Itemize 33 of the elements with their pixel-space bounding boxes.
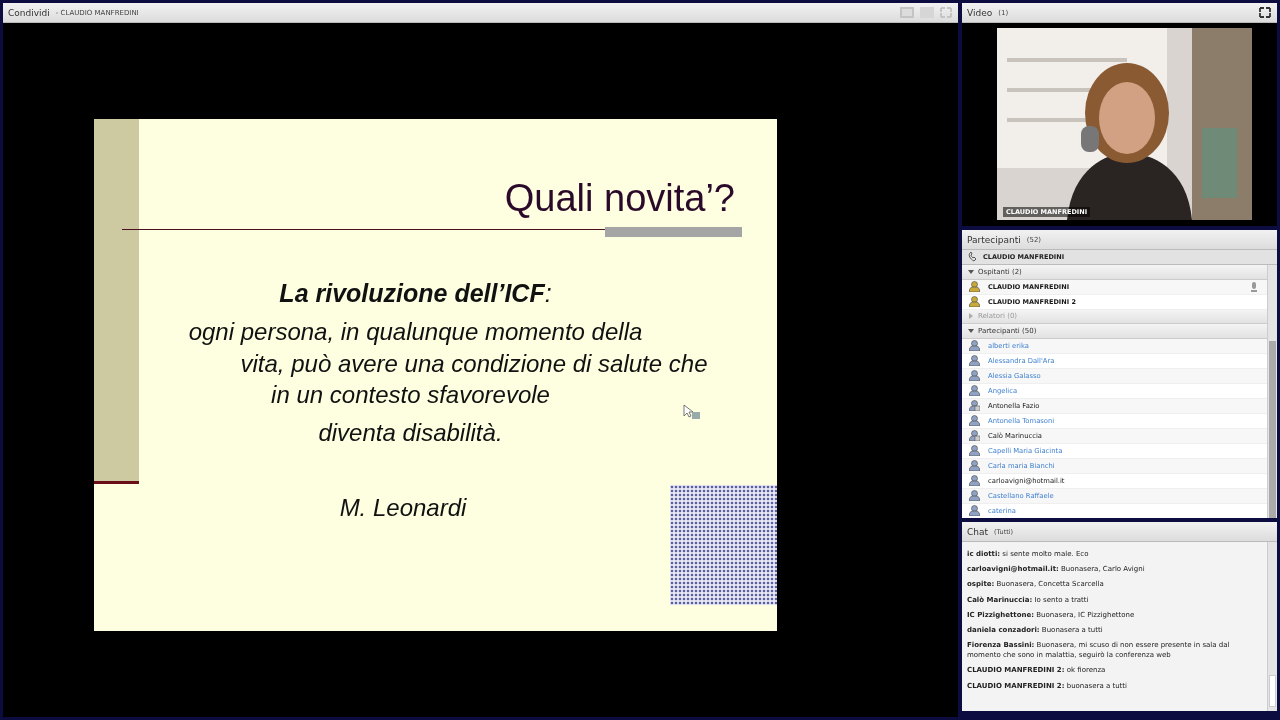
- phone-icon: [968, 252, 979, 262]
- user-icon: [969, 370, 980, 381]
- fullscreen-icon[interactable]: [1259, 7, 1271, 18]
- user-icon: [969, 445, 980, 456]
- slide-text: diventa disabilità.: [318, 417, 503, 448]
- user-icon: [969, 296, 980, 307]
- slide-title: Quali novita’?: [504, 177, 735, 220]
- cursor-icon: [683, 404, 701, 420]
- user-icon: [969, 460, 980, 471]
- scrollbar[interactable]: [1267, 542, 1277, 711]
- layout-icon[interactable]: [920, 7, 934, 18]
- scrollbar[interactable]: [1267, 265, 1277, 518]
- user-icon: [969, 490, 980, 501]
- pod-title: Condividi: [8, 7, 50, 18]
- pod-title: Partecipanti: [967, 234, 1021, 245]
- pod-title: Chat: [967, 526, 989, 537]
- slide-heading: La rivoluzione dell’ICF:: [279, 279, 552, 308]
- user-icon: [969, 340, 980, 351]
- slide-text: vita, può avere una condizione di salute che: [240, 348, 708, 379]
- slide-author: M. Leonardi: [339, 494, 467, 522]
- user-icon: [969, 415, 980, 426]
- layout-icon[interactable]: [900, 7, 914, 18]
- user-icon: [969, 475, 980, 486]
- user-icon: [969, 355, 980, 366]
- slide-text: ogni persona, in qualunque momento della: [188, 317, 643, 347]
- user-icon: [969, 281, 980, 292]
- user-icon: [969, 505, 980, 516]
- expand-icon: [968, 268, 974, 275]
- pod-title: Video: [967, 7, 993, 18]
- slide-text: in un contesto sfavorevole: [271, 380, 550, 410]
- user-icon: [969, 385, 980, 396]
- user-icon: [969, 400, 980, 411]
- user-icon: [969, 430, 980, 441]
